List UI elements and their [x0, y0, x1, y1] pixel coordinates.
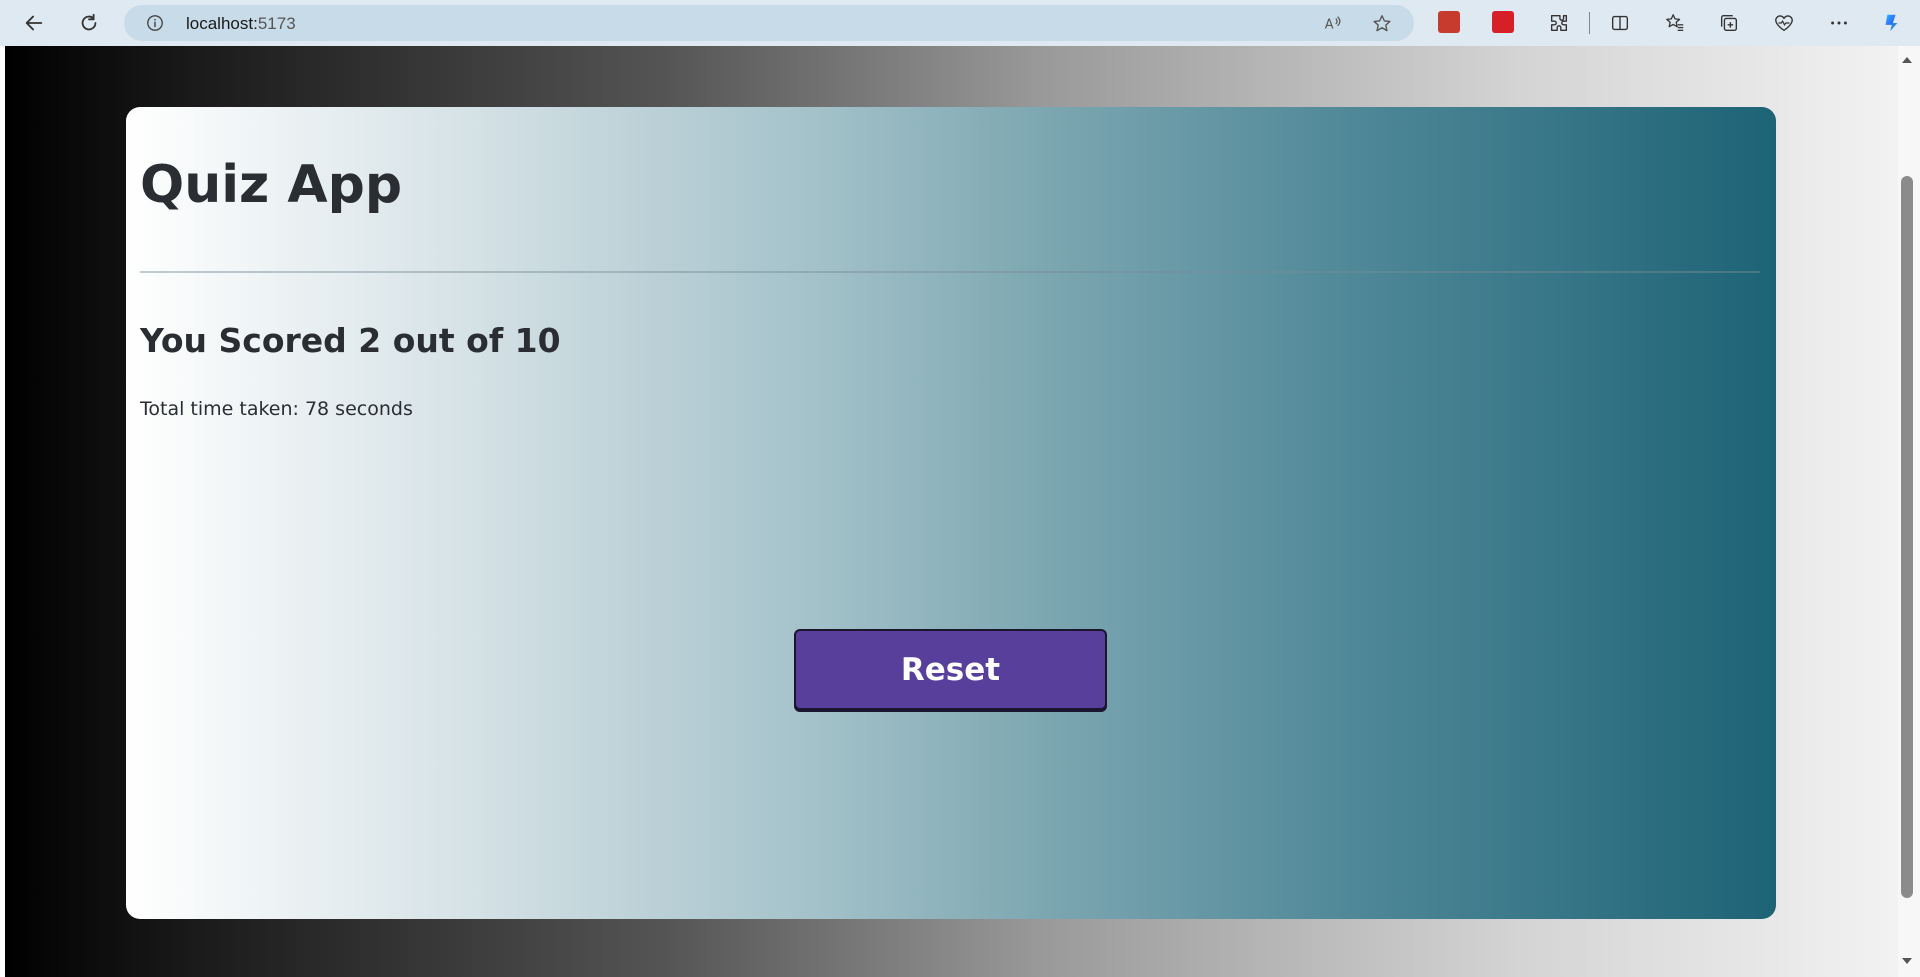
split-screen-icon: [1611, 15, 1629, 31]
url-text[interactable]: localhost:5173: [186, 14, 296, 34]
extensions-button[interactable]: [1543, 7, 1575, 39]
svg-text:A: A: [1325, 18, 1334, 33]
reset-button[interactable]: Reset: [794, 629, 1107, 710]
copilot-icon: [1885, 14, 1898, 32]
copilot-button[interactable]: [1875, 7, 1907, 39]
scroll-down-arrow-icon[interactable]: [1900, 954, 1914, 968]
app-title: Quiz App: [140, 155, 403, 215]
heart-pulse-icon: [1775, 15, 1793, 32]
favorite-star-icon[interactable]: [1371, 13, 1393, 35]
read-aloud-icon[interactable]: A: [1322, 13, 1344, 35]
collections-button[interactable]: [1713, 7, 1745, 39]
site-info-icon[interactable]: [146, 14, 164, 32]
toolbar-divider: [1589, 12, 1590, 34]
score-heading: You Scored 2 out of 10: [140, 321, 561, 360]
collections-icon: [1720, 14, 1738, 32]
refresh-button[interactable]: [73, 7, 105, 39]
favorites-icon: [1666, 14, 1684, 31]
address-bar[interactable]: localhost:5173 A: [124, 5, 1414, 41]
more-menu-button[interactable]: [1823, 7, 1855, 39]
scroll-up-arrow-icon[interactable]: [1900, 53, 1914, 67]
extension-icon-2[interactable]: [1492, 11, 1514, 33]
browser-toolbar: localhost:5173 A: [0, 0, 1920, 46]
back-button[interactable]: [18, 7, 50, 39]
url-host: localhost:: [186, 14, 258, 33]
extension-icon-1[interactable]: [1438, 11, 1460, 33]
more-dots-icon: [1831, 21, 1847, 25]
quiz-card: Quiz App You Scored 2 out of 10 Total ti…: [126, 107, 1776, 919]
title-divider: [140, 271, 1760, 273]
time-taken-text: Total time taken: 78 seconds: [140, 398, 413, 420]
favorites-button[interactable]: [1659, 7, 1691, 39]
back-arrow-icon: [25, 15, 43, 31]
page-viewport: Quiz App You Scored 2 out of 10 Total ti…: [5, 46, 1898, 977]
browser-essentials-button[interactable]: [1768, 7, 1800, 39]
refresh-icon: [81, 13, 97, 31]
puzzle-icon: [1550, 14, 1568, 32]
split-screen-button[interactable]: [1604, 7, 1636, 39]
url-port: 5173: [257, 14, 296, 33]
scrollbar-thumb[interactable]: [1901, 176, 1913, 898]
